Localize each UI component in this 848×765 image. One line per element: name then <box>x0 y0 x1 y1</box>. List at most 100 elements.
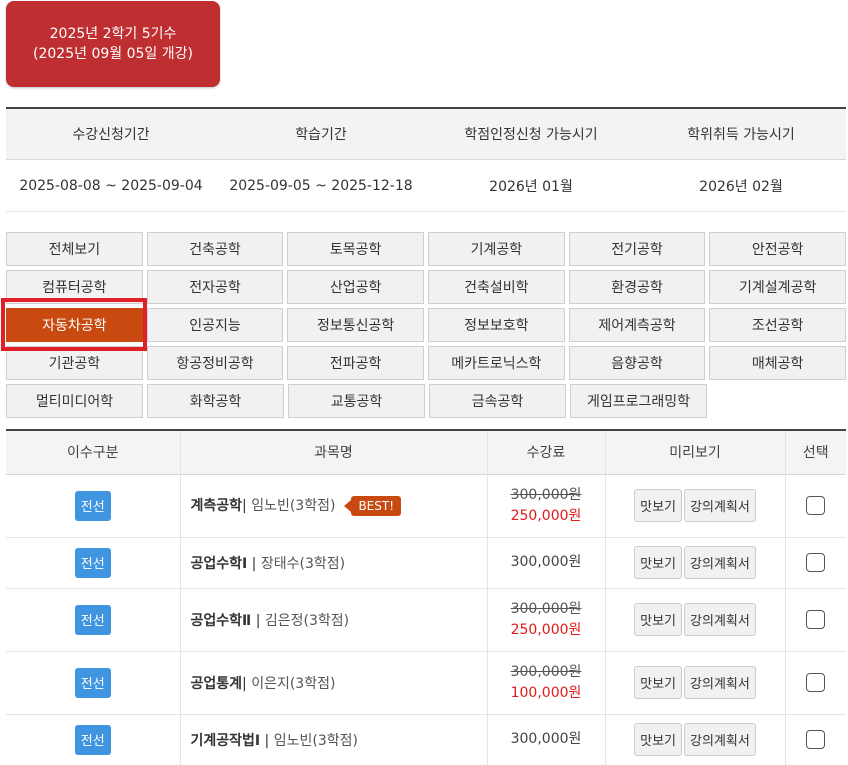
syllabus-button[interactable]: 강의계획서 <box>684 603 756 636</box>
select-checkbox[interactable] <box>806 610 826 629</box>
preview-button[interactable]: 맛보기 <box>634 723 683 756</box>
syllabus-button[interactable]: 강의계획서 <box>684 546 756 579</box>
course-type-badge: 전선 <box>74 604 111 635</box>
course-separator: | <box>251 612 265 629</box>
course-title[interactable]: 공업수학Ⅰ <box>191 556 248 572</box>
syllabus-button[interactable]: 강의계획서 <box>684 489 756 522</box>
header-course-type: 이수구분 <box>6 429 180 475</box>
course-row: 전선 공업수학Ⅰ | 장태수(3학점) 300,000원 맛보기 강의계획서 <box>6 537 846 589</box>
category-row: 컴퓨터공학 전자공학 산업공학 건축설비학 환경공학 기계설계공학 <box>6 270 847 304</box>
schedule-header-degree: 학위취득 가능시기 <box>687 127 795 143</box>
schedule-header-credit: 학점인정신청 가능시기 <box>464 127 598 143</box>
category-button[interactable]: 전체보기 <box>6 232 143 266</box>
tuition-cell: 300,000원 100,000원 <box>486 651 605 715</box>
category-button[interactable]: 금속공학 <box>429 384 566 418</box>
preview-button[interactable]: 맛보기 <box>634 489 683 522</box>
category-button[interactable]: 전파공학 <box>287 346 425 380</box>
category-button[interactable]: 음향공학 <box>568 346 706 380</box>
header-select: 선택 <box>784 429 846 475</box>
syllabus-button[interactable]: 강의계획서 <box>684 666 756 699</box>
category-row: 자동차공학 인공지능 정보통신공학 정보보호학 제어계측공학 조선공학 <box>6 308 847 342</box>
select-checkbox[interactable] <box>806 673 826 692</box>
discounted-fee: 250,000원 <box>510 507 582 524</box>
course-table-body: 전선 계측공학| 임노빈(3학점) BEST! 300,000원 250,000원 맛보기… <box>6 474 846 765</box>
preview-button[interactable]: 맛보기 <box>634 666 683 699</box>
course-professor: 임노빈(3학점) <box>246 498 336 514</box>
course-name-cell: 공업수학Ⅰ | 장태수(3학점) <box>179 537 487 589</box>
original-fee: 300,000원 <box>510 486 582 503</box>
tuition-cell: 300,000원 250,000원 <box>486 474 605 538</box>
course-row: 전선 계측공학| 임노빈(3학점) BEST! 300,000원 250,000원 맛보기… <box>6 474 846 538</box>
course-title[interactable]: 공업수학Ⅱ <box>191 613 252 629</box>
select-checkbox[interactable] <box>806 553 826 572</box>
tuition-cell: 300,000원 <box>486 537 605 589</box>
preview-cell: 맛보기 강의계획서 <box>604 474 785 538</box>
category-button[interactable]: 환경공학 <box>568 270 706 304</box>
course-name-cell: 계측공학| 임노빈(3학점) BEST! <box>179 474 487 538</box>
select-checkbox[interactable] <box>806 496 826 515</box>
category-button[interactable]: 항공정비공학 <box>146 346 284 380</box>
preview-cell: 맛보기 강의계획서 <box>604 537 785 589</box>
term-title: 2025년 2학기 5기수 <box>49 26 177 42</box>
schedule-values: 2025-08-08 ~ 2025-09-04 2025-09-05 ~ 202… <box>6 160 846 212</box>
discounted-fee: 100,000원 <box>510 684 582 701</box>
category-button[interactable]: 토목공학 <box>287 232 425 266</box>
category-button[interactable]: 교통공학 <box>288 384 425 418</box>
course-title[interactable]: 공업통계 <box>191 676 243 692</box>
course-type-badge: 전선 <box>74 667 111 698</box>
course-name-cell: 기계공작법Ⅰ | 임노빈(3학점) <box>179 714 487 765</box>
schedule-registration-period: 2025-08-08 ~ 2025-09-04 <box>19 177 203 194</box>
select-cell <box>784 537 846 589</box>
category-button[interactable]: 정보통신공학 <box>287 308 425 342</box>
course-separator: | <box>247 555 261 572</box>
syllabus-button[interactable]: 강의계획서 <box>684 723 756 756</box>
tuition-cell: 300,000원 250,000원 <box>486 588 605 652</box>
course-professor: 임노빈(3학점) <box>273 732 358 749</box>
category-button[interactable]: 전자공학 <box>146 270 284 304</box>
category-button[interactable]: 자동차공학 <box>6 308 143 342</box>
tuition-fee: 300,000원 <box>510 554 582 570</box>
schedule-table: 수강신청기간 학습기간 학점인정신청 가능시기 학위취득 가능시기 2025-0… <box>6 107 846 212</box>
course-professor: 이은지(3학점) <box>246 675 336 692</box>
category-row: 멀티미디어학 화학공학 교통공학 금속공학 게임프로그래밍학 <box>6 384 846 418</box>
preview-button[interactable]: 맛보기 <box>634 546 683 579</box>
category-button[interactable]: 정보보호학 <box>428 308 565 342</box>
course-professor: 장태수(3학점) <box>260 555 346 572</box>
category-button[interactable]: 매체공학 <box>709 346 847 380</box>
category-button[interactable]: 산업공학 <box>287 270 425 304</box>
preview-cell: 맛보기 강의계획서 <box>604 588 785 652</box>
category-button[interactable]: 제어계측공학 <box>568 308 706 342</box>
preview-cell: 맛보기 강의계획서 <box>604 651 785 715</box>
select-checkbox[interactable] <box>806 730 826 749</box>
tuition-fee: 300,000원 <box>510 731 582 747</box>
category-button[interactable]: 건축공학 <box>146 232 284 266</box>
course-row: 전선 기계공작법Ⅰ | 임노빈(3학점) 300,000원 맛보기 강의계획서 <box>6 714 846 765</box>
course-name-cell: 공업통계| 이은지(3학점) <box>179 651 487 715</box>
category-button[interactable]: 기계공학 <box>428 232 565 266</box>
best-badge: BEST! <box>344 496 402 516</box>
header-preview: 미리보기 <box>604 429 785 475</box>
category-button[interactable]: 게임프로그래밍학 <box>570 384 707 418</box>
category-button[interactable]: 메카트로닉스학 <box>428 346 565 380</box>
select-cell <box>784 714 846 765</box>
category-button[interactable]: 기관공학 <box>6 346 143 380</box>
course-separator: | <box>260 732 274 749</box>
category-button[interactable]: 기계설계공학 <box>709 270 847 304</box>
category-button[interactable]: 인공지능 <box>146 308 284 342</box>
category-button[interactable]: 컴퓨터공학 <box>6 270 143 304</box>
term-start-date: (2025년 09월 05일 개강) <box>33 46 193 62</box>
course-row: 전선 공업통계| 이은지(3학점) 300,000원 100,000원 맛보기 강의계획서 <box>6 651 846 715</box>
category-button[interactable]: 전기공학 <box>568 232 706 266</box>
category-button[interactable]: 안전공학 <box>709 232 847 266</box>
preview-button[interactable]: 맛보기 <box>634 603 683 636</box>
category-button[interactable]: 화학공학 <box>147 384 284 418</box>
discounted-fee: 250,000원 <box>510 621 582 638</box>
category-button[interactable]: 조선공학 <box>709 308 847 342</box>
course-title[interactable]: 계측공학 <box>191 498 243 514</box>
course-title[interactable]: 기계공작법Ⅰ <box>191 733 261 749</box>
schedule-degree-period: 2026년 02월 <box>699 178 783 195</box>
original-fee: 300,000원 <box>510 663 582 680</box>
course-type-cell: 전선 <box>6 714 180 765</box>
category-button[interactable]: 건축설비학 <box>428 270 565 304</box>
category-button[interactable]: 멀티미디어학 <box>6 384 143 418</box>
